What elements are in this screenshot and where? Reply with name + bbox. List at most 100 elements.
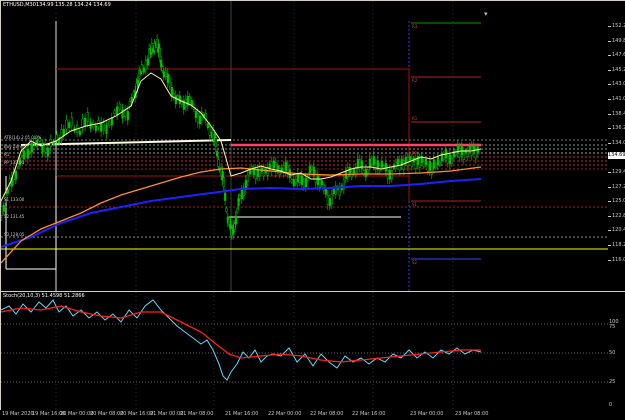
candlestick-series [1, 34, 479, 240]
time-label: 22 Mar 00:00 [268, 411, 302, 417]
price-axis-label: 125.00 [612, 198, 625, 205]
left-label: S3 128.05 [4, 232, 25, 237]
price-axis-label: 129.45 [612, 169, 625, 175]
candle-body [233, 223, 236, 230]
candle-body [206, 123, 209, 128]
candle-body [414, 159, 417, 169]
candle-body [430, 166, 433, 175]
time-label: 19 Mar 2020 [2, 411, 34, 417]
candle-body [332, 188, 335, 195]
candle-body [174, 95, 177, 104]
candle-body [224, 192, 227, 201]
current-price-tag: 134.69 [608, 152, 625, 159]
candle-body [214, 137, 217, 147]
candle-body [326, 195, 329, 205]
candle-body [140, 64, 143, 72]
time-label: 20 Mar 00:00 [60, 411, 94, 417]
price-axis-tick [608, 26, 611, 27]
price-axis-tick [608, 186, 611, 188]
candle-body [434, 163, 437, 169]
time-label: 21 Mar 08:00 [180, 411, 214, 417]
candle-body [198, 115, 201, 125]
candle-body [26, 148, 29, 159]
candle-body [284, 162, 287, 172]
candle-body [346, 167, 349, 178]
candle-body [126, 110, 129, 121]
candle-body [320, 180, 323, 185]
candle-body [108, 121, 111, 126]
candle-body [144, 60, 147, 70]
price-axis[interactable]: 152.25 149.85 147.65 145.25 143.05 141.00 138.… [608, 1, 625, 291]
level-tag-s2: S2 [412, 260, 418, 265]
price-axis-label: 134.05 [612, 139, 625, 146]
stoch-axis-label: 0 [609, 402, 613, 408]
price-axis-label: 152.25 [612, 23, 625, 29]
time-label: 21 Mar 16:00 [225, 411, 259, 417]
candle-body [160, 59, 163, 68]
candle-body [384, 162, 387, 172]
price-axis-label: 116.05 [612, 256, 625, 263]
candle-body [22, 150, 25, 160]
candle-body [396, 158, 399, 165]
candle-body [450, 157, 453, 164]
candle-body [225, 207, 228, 212]
candle-body [370, 158, 373, 165]
candle-body [462, 151, 465, 160]
candle-body [176, 95, 179, 99]
candle-body [237, 198, 240, 207]
candle-body [81, 118, 84, 128]
candle-body [222, 177, 225, 187]
candle-body [436, 157, 439, 166]
time-axis[interactable]: 19 Mar 2020 19 Mar 16:00 20 Mar 00:00 20… [0, 410, 625, 420]
time-label: 23 Mar 08:00 [455, 411, 489, 417]
candle-body [456, 144, 459, 153]
candle-body [300, 175, 303, 185]
candle-body [170, 86, 173, 97]
candle-body [254, 169, 257, 180]
price-axis-tick [608, 172, 611, 173]
stochastic-pane[interactable]: Stoch(20,10,3) 51.4598 51.2866 [1, 292, 608, 410]
candle-body [438, 161, 441, 166]
chart-title: ETHUSD,M30 [3, 2, 36, 8]
left-label: S2 131.45 [4, 214, 25, 219]
candle-body [408, 156, 411, 161]
candle-body [418, 158, 421, 168]
price-axis-tick [608, 259, 611, 261]
candle-body [352, 169, 355, 174]
candle-body [328, 198, 331, 206]
candle-body [246, 174, 249, 182]
candle-body [216, 151, 219, 157]
candle-body [272, 160, 275, 169]
mt4-chart-window: ETHUSD,M30 134.99 135.28 134.24 134.69 ▾… [0, 0, 625, 420]
close-indicator-icon[interactable]: ▾ [484, 11, 488, 18]
candle-body [404, 157, 407, 163]
price-chart-canvas[interactable] [1, 1, 608, 291]
level-tag-r1: R1 [412, 116, 418, 121]
candle-body [36, 139, 39, 147]
candle-body [238, 194, 241, 200]
left-label: S1 133.00 [4, 197, 25, 202]
stochastic-canvas[interactable] [1, 292, 608, 410]
price-chart-pane[interactable]: ETHUSD,M30 134.99 135.28 134.24 134.69 ▾… [1, 1, 608, 291]
price-axis-tick [608, 201, 611, 203]
level-tag-r3: R3 [412, 24, 418, 29]
time-label: 21 Mar 00:00 [150, 411, 184, 417]
candle-body [410, 158, 413, 167]
candle-body [113, 110, 116, 114]
candle-body [162, 71, 165, 78]
candle-body [24, 147, 27, 154]
candle-body [310, 165, 313, 170]
stoch-signal-line [1, 305, 481, 363]
candle-body [78, 130, 81, 135]
price-axis-label: 145.25 [612, 66, 625, 73]
time-label: 22 Mar 08:00 [310, 411, 344, 417]
left-label: ATR(14) 2.05 0.0% [4, 135, 42, 140]
left-label: R1 [4, 152, 10, 157]
price-axis-tick [608, 215, 611, 217]
candle-body [372, 155, 375, 166]
candle-body [70, 116, 73, 126]
candle-body [296, 173, 299, 183]
candle-body [105, 124, 108, 134]
candle-body [118, 103, 121, 110]
candle-body [142, 67, 145, 73]
